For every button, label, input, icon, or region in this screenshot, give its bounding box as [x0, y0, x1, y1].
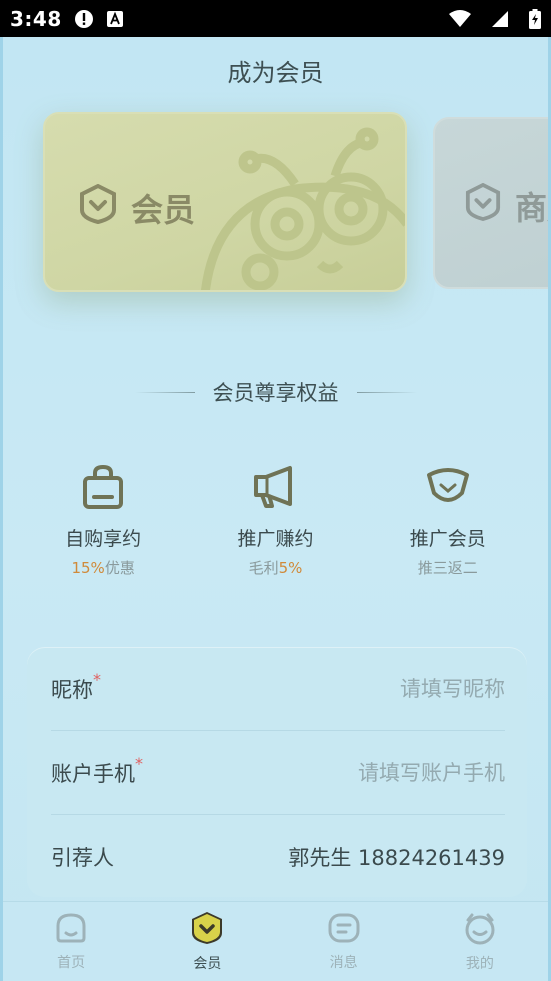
phone-row: 账户手机*	[51, 731, 505, 815]
page-title: 成为会员	[227, 59, 324, 87]
nickname-input[interactable]	[245, 676, 505, 701]
merchant-badge-icon	[465, 182, 501, 229]
wifi-icon	[449, 9, 471, 28]
member-badge-icon	[79, 183, 117, 232]
battery-charging-icon	[529, 8, 541, 29]
megaphone-icon	[200, 462, 350, 512]
nickname-row: 昵称*	[51, 647, 505, 731]
required-mark: *	[135, 753, 143, 773]
keyboard-a-icon	[106, 10, 124, 28]
referrer-label: 引荐人	[51, 846, 114, 870]
member-shield-icon	[373, 462, 523, 512]
member-card-title: 会员	[131, 191, 196, 229]
required-mark: *	[93, 669, 101, 689]
cell-signal-icon	[491, 10, 509, 28]
profile-icon	[463, 911, 497, 949]
tab-label: 首页	[57, 954, 86, 971]
phone-input[interactable]	[245, 760, 505, 785]
benefit-highlight: 5%	[278, 559, 303, 577]
benefit-sub-text: 毛利	[248, 559, 279, 577]
message-icon	[327, 912, 361, 948]
benefit-subtitle: 15%优惠	[28, 557, 178, 578]
tab-label: 会员	[193, 955, 222, 972]
benefit-title: 自购享约	[65, 528, 142, 550]
merchant-card-title: 商户	[515, 189, 548, 227]
tab-message[interactable]: 消息	[294, 912, 394, 972]
benefit-promote-member: 推广会员 推三返二	[373, 462, 523, 578]
tab-label: 我的	[465, 955, 494, 972]
benefits-header: 会员尊享权益	[3, 377, 548, 407]
screen: 成为会员 会员 商 会员尊享权益 自购享约 15%优惠 推广赚约 毛利5% 推广…	[0, 37, 551, 981]
benefit-title: 推广会员	[409, 528, 486, 550]
tab-member[interactable]: 会员	[157, 911, 257, 973]
benefit-sub-text: 优惠	[104, 559, 135, 577]
home-icon	[54, 912, 88, 948]
phone-label: 账户手机*	[51, 753, 143, 786]
member-icon	[190, 911, 224, 949]
benefit-promote-earn: 推广赚约 毛利5%	[200, 462, 350, 578]
benefit-subtitle: 推三返二	[417, 559, 478, 577]
benefits-title: 会员尊享权益	[212, 381, 339, 405]
divider-left	[134, 391, 195, 393]
benefit-subtitle: 毛利5%	[200, 557, 350, 578]
tab-home[interactable]: 首页	[21, 912, 121, 972]
merchant-card[interactable]: 商户	[433, 117, 548, 289]
referrer-value: 郭先生 18824261439	[288, 846, 505, 870]
referrer-row: 引荐人 郭先生 18824261439	[51, 815, 505, 899]
merchant-card-label: 商户	[465, 182, 548, 229]
tab-label: 消息	[329, 954, 358, 971]
benefit-title: 推广赚约	[237, 528, 314, 550]
member-card[interactable]: 会员	[43, 112, 407, 292]
benefit-self-purchase: 自购享约 15%优惠	[28, 462, 178, 578]
benefit-highlight: 15%	[71, 559, 105, 577]
status-bar: 3:48	[0, 0, 551, 37]
divider-right	[356, 391, 417, 393]
member-card-label: 会员	[79, 183, 196, 232]
bottom-tab-bar: 首页 会员 消息 我的	[3, 901, 548, 981]
shopping-bag-icon	[28, 462, 178, 512]
nickname-label: 昵称*	[51, 669, 101, 702]
registration-form: 昵称* 账户手机* 引荐人 郭先生 18824261439	[27, 647, 527, 897]
tab-profile[interactable]: 我的	[430, 911, 530, 973]
alert-icon	[74, 9, 94, 29]
benefits-list: 自购享约 15%优惠 推广赚约 毛利5% 推广会员 推三返二	[3, 462, 548, 578]
status-time: 3:48	[10, 6, 62, 31]
